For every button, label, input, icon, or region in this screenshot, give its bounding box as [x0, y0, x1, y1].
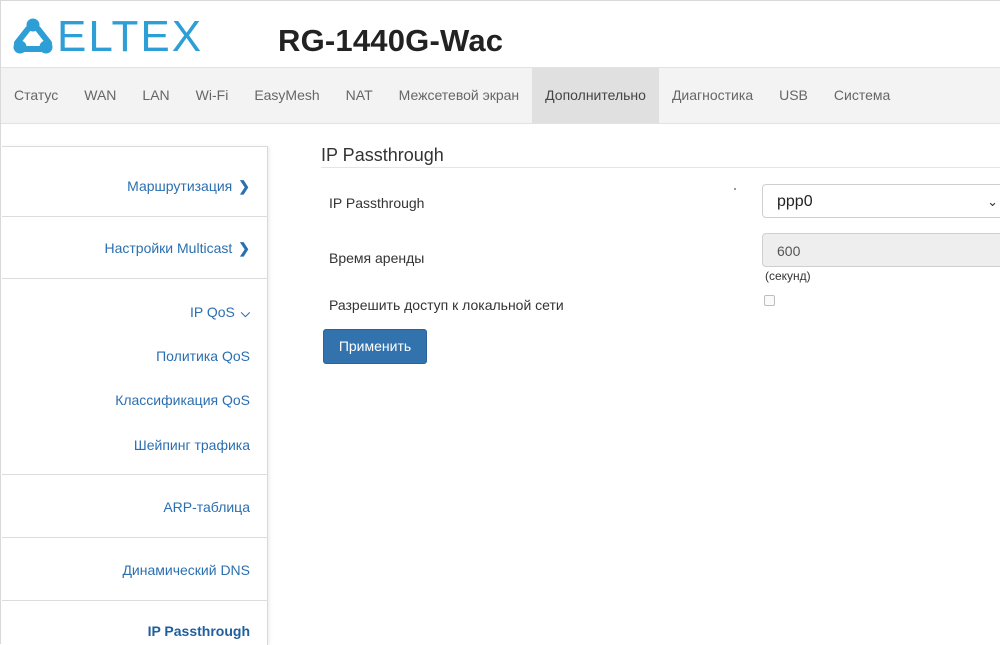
section-title: IP Passthrough: [321, 145, 444, 165]
nav-item[interactable]: NAT: [333, 68, 386, 123]
nav-item[interactable]: Статус: [1, 68, 71, 123]
nav-item[interactable]: Межсетевой экран: [386, 68, 533, 123]
chevron-right-icon: ❯: [238, 178, 250, 194]
sidebar-item-multicast[interactable]: Настройки Multicast ❯: [104, 240, 250, 257]
sidebar-divider: [2, 600, 268, 601]
nav-item[interactable]: EasyMesh: [241, 68, 332, 123]
brand-name: ELTEX: [57, 12, 204, 61]
lease-time-unit: (секунд): [765, 269, 811, 283]
sidebar-item-label: Настройки Multicast: [104, 240, 233, 256]
chevron-down-icon: ⌄: [987, 194, 998, 209]
ip-passthrough-select-value: ppp0: [777, 193, 813, 210]
lan-access-checkbox[interactable]: [764, 295, 775, 306]
nav-item[interactable]: LAN: [129, 68, 182, 123]
ip-passthrough-select[interactable]: ppp0 ⌄: [762, 184, 1000, 218]
sidebar: Маршрутизация ❯ Настройки Multicast ❯ IP Q…: [2, 146, 268, 645]
sidebar-item-ip-passthrough[interactable]: IP Passthrough: [148, 623, 250, 639]
eltex-logo-icon: [13, 18, 53, 54]
sidebar-item-label: Шейпинг трафика: [133, 437, 250, 453]
marker-dot: [734, 188, 736, 190]
sidebar-item-label: IP Passthrough: [147, 623, 250, 639]
lan-access-label: Разрешить доступ к локальной сети: [329, 297, 564, 313]
sidebar-divider: [2, 278, 268, 279]
sidebar-item-qos-classification[interactable]: Классификация QoS: [115, 392, 250, 408]
main-nav: Статус WAN LAN Wi-Fi EasyMesh NAT Межсетевой э…: [1, 67, 1000, 124]
sidebar-divider: [2, 474, 268, 475]
ip-passthrough-label: IP Passthrough: [329, 195, 425, 211]
sidebar-item-dynamic-dns[interactable]: Динамический DNS: [122, 562, 250, 578]
device-model: RG-1440G-Wac: [278, 23, 504, 58]
lease-time-input[interactable]: 600: [762, 233, 1000, 267]
lease-time-label: Время аренды: [329, 250, 425, 266]
nav-item[interactable]: Wi-Fi: [183, 68, 242, 123]
header: ELTEX RG-1440G-Wac: [1, 1, 1000, 67]
nav-item[interactable]: Дополнительно: [532, 68, 659, 123]
nav-item[interactable]: WAN: [71, 68, 129, 123]
sidebar-divider: [2, 216, 268, 217]
section-divider: [321, 167, 1000, 168]
sidebar-item-label: Динамический DNS: [122, 562, 250, 578]
nav-item[interactable]: Система: [821, 68, 903, 123]
sidebar-divider: [2, 146, 268, 147]
lease-time-value: 600: [777, 243, 801, 259]
apply-button[interactable]: Применить: [323, 329, 427, 364]
chevron-right-icon: ❯: [238, 240, 250, 256]
sidebar-item-traffic-shaping[interactable]: Шейпинг трафика: [134, 437, 250, 453]
sidebar-item-label: ARP-таблица: [163, 499, 250, 515]
sidebar-item-qos-policy[interactable]: Политика QoS: [156, 348, 250, 364]
sidebar-divider: [2, 537, 268, 538]
chevron-down-icon: ⌵: [240, 306, 250, 320]
sidebar-item-label: IP QoS: [190, 304, 235, 320]
nav-item[interactable]: Диагностика: [659, 68, 766, 123]
eltex-logo: ELTEX: [11, 15, 203, 59]
app-frame: ELTEX RG-1440G-Wac Статус WAN LAN Wi-Fi Easy…: [0, 0, 1000, 645]
sidebar-item-routing[interactable]: Маршрутизация ❯: [127, 178, 250, 195]
sidebar-item-label: Маршрутизация: [127, 178, 233, 194]
sidebar-item-label: Политика QoS: [156, 348, 250, 364]
sidebar-item-arp-table[interactable]: ARP-таблица: [163, 499, 250, 515]
sidebar-item-label: Классификация QoS: [115, 392, 250, 408]
nav-item[interactable]: USB: [766, 68, 821, 123]
sidebar-item-ipqos[interactable]: IP QoS ⌵: [190, 304, 250, 321]
